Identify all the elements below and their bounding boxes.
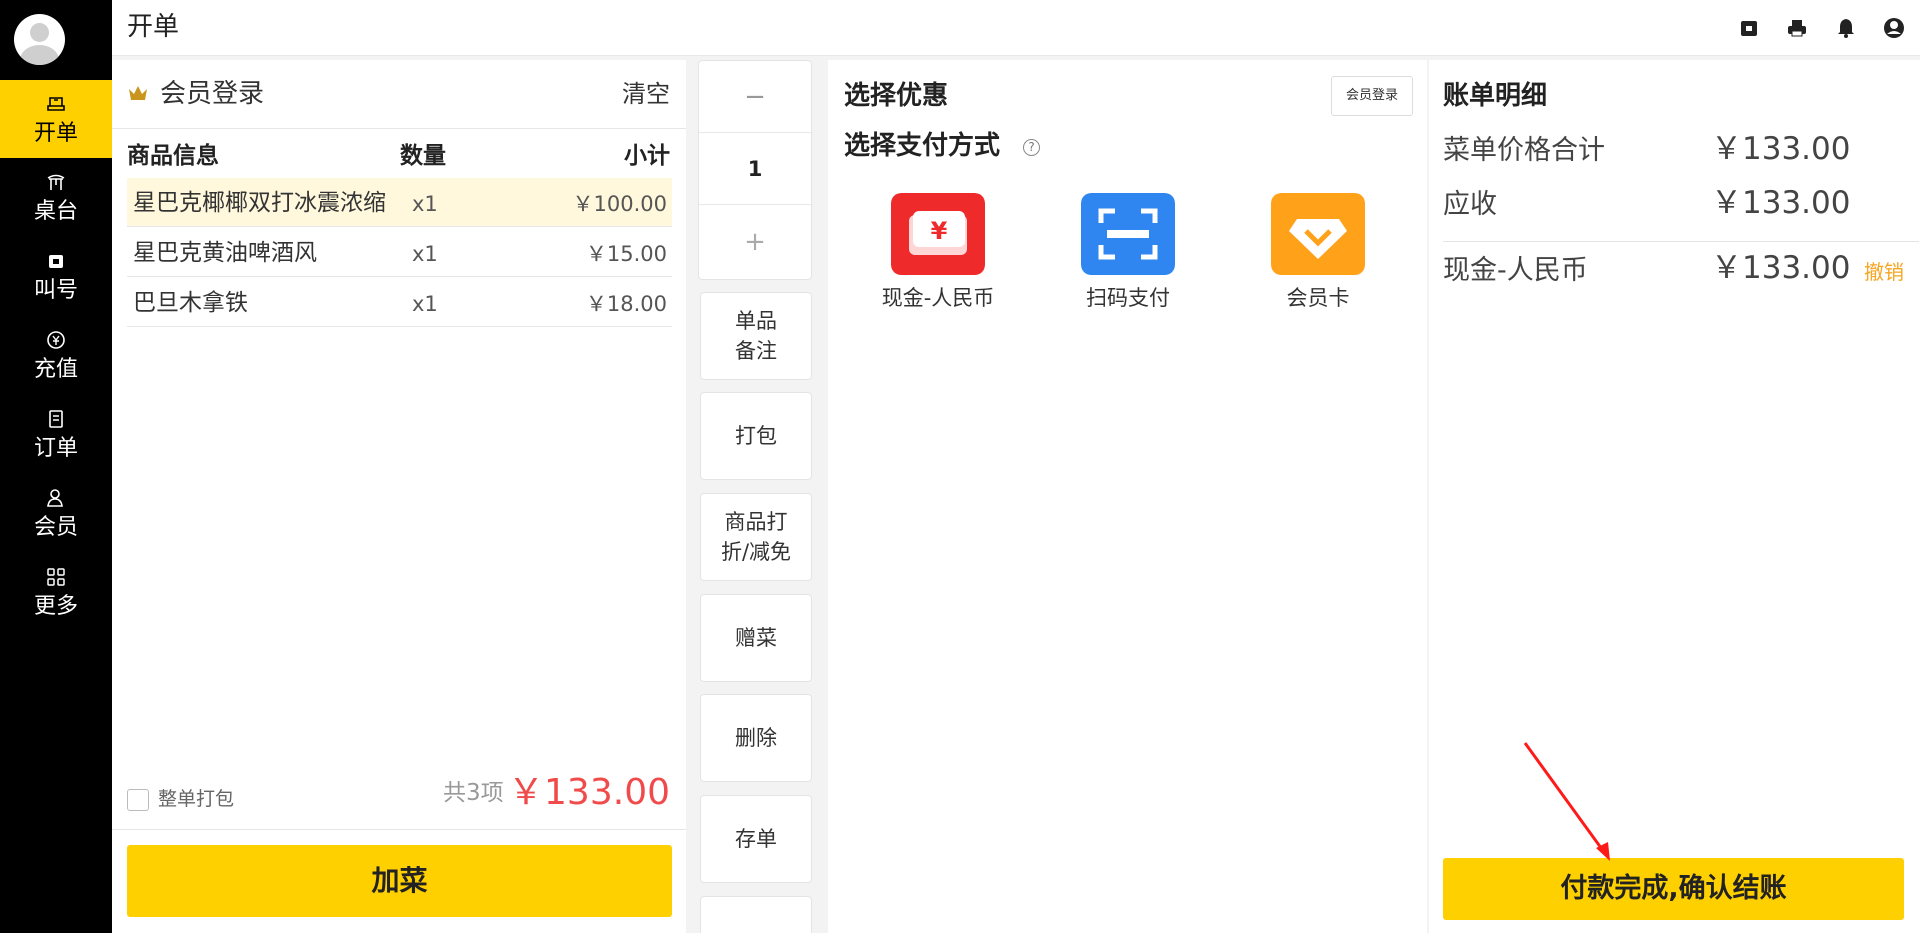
column-header-info: 商品信息 xyxy=(127,143,219,169)
cash-payment-value: ￥133.00 xyxy=(1711,250,1851,286)
discount-section-title: 选择优惠 xyxy=(844,81,949,111)
sidebar-item-label: 更多 xyxy=(33,594,78,619)
cashier-icon xyxy=(47,97,65,111)
sidebar-item-tables[interactable]: 桌台 xyxy=(0,158,112,236)
item-qty: x1 xyxy=(412,242,438,266)
cash-icon: ¥ xyxy=(891,193,985,275)
item-price: ￥100.00 xyxy=(572,192,667,216)
menu-total-value: ￥133.00 xyxy=(1711,131,1851,167)
bill-panel: 账单明细 菜单价格合计 ￥133.00 应收 ￥133.00 现金-人民币 ￥1… xyxy=(1429,60,1920,933)
sidebar-item-call-number[interactable]: 叫号 xyxy=(0,237,112,315)
sidebar-item-recharge[interactable]: 充值 xyxy=(0,316,112,394)
item-note-button[interactable]: 单品 备注 xyxy=(700,292,812,380)
item-name: 巴旦木拿铁 xyxy=(133,290,248,316)
column-header-subtotal: 小计 xyxy=(624,143,670,169)
divider xyxy=(112,128,686,129)
sidebar-item-label: 开单 xyxy=(33,121,78,146)
pay-method-label: 扫码支付 xyxy=(1086,286,1170,310)
order-item-row[interactable]: 星巴克黄油啤酒风 x1 ￥15.00 xyxy=(127,228,672,277)
sidebar-item-open-order[interactable]: 开单 xyxy=(0,80,112,158)
cash-payment-label: 现金-人民币 xyxy=(1443,255,1588,286)
printer-icon[interactable] xyxy=(1786,17,1808,39)
cancel-payment-link[interactable]: 撤销 xyxy=(1864,257,1904,287)
bell-icon[interactable] xyxy=(1835,17,1857,39)
help-icon[interactable]: ? xyxy=(1023,139,1040,156)
item-count: 共3项 xyxy=(443,780,504,806)
pay-method-label: 会员卡 xyxy=(1286,286,1350,310)
member-icon xyxy=(47,489,63,507)
svg-text:¥: ¥ xyxy=(931,217,948,245)
pay-method-scan[interactable]: 扫码支付 xyxy=(1048,193,1208,323)
order-item-row[interactable]: 星巴克椰椰双打冰震浓缩 x1 ￥100.00 xyxy=(127,178,672,227)
order-panel: 会员登录 清空 商品信息 数量 小计 星巴克椰椰双打冰震浓缩 x1 ￥100.0… xyxy=(112,60,686,933)
menu-total-label: 菜单价格合计 xyxy=(1443,135,1605,166)
member-card-icon xyxy=(1271,193,1365,275)
item-discount-button[interactable]: 商品打 折/减免 xyxy=(700,493,812,581)
column-header-qty: 数量 xyxy=(400,143,446,169)
sidebar-item-label: 订单 xyxy=(33,436,78,461)
more-icon xyxy=(47,568,65,586)
order-item-row[interactable]: 巴旦木拿铁 x1 ￥18.00 xyxy=(127,278,672,327)
more-actions-button[interactable] xyxy=(700,896,812,933)
cash-drawer-icon[interactable] xyxy=(1738,17,1760,39)
payment-method-title: 选择支付方式 xyxy=(844,131,1001,161)
annotation-arrow xyxy=(1523,742,1610,861)
decrease-qty-button[interactable]: − xyxy=(699,61,811,133)
sidebar-item-members[interactable]: 会员 xyxy=(0,474,112,552)
pay-method-cash[interactable]: ¥ 现金-人民币 xyxy=(858,193,1018,323)
call-number-icon xyxy=(49,255,63,268)
table-icon xyxy=(47,174,65,190)
sidebar-item-more[interactable]: 更多 xyxy=(0,553,112,631)
save-order-button[interactable]: 存单 xyxy=(700,795,812,883)
bill-title: 账单明细 xyxy=(1443,81,1548,111)
item-name: 星巴克黄油啤酒风 xyxy=(133,240,317,266)
pack-button[interactable]: 打包 xyxy=(700,392,812,480)
sidebar-item-label: 充值 xyxy=(33,357,78,382)
payment-panel: 选择优惠 会员登录 选择支付方式 ? ¥ 现金-人民币 扫码支付 会员卡 xyxy=(828,60,1427,933)
gift-dish-button[interactable]: 赠菜 xyxy=(700,594,812,682)
quantity-stepper: − 1 + xyxy=(698,60,812,280)
orders-icon xyxy=(49,410,63,428)
scan-pay-icon xyxy=(1081,193,1175,275)
pay-method-label: 现金-人民币 xyxy=(881,286,995,310)
sidebar-item-label: 桌台 xyxy=(33,199,78,224)
recharge-icon xyxy=(47,331,65,349)
divider xyxy=(112,829,686,830)
page-title: 开单 xyxy=(127,12,180,42)
clear-button[interactable]: 清空 xyxy=(622,78,670,110)
sidebar-item-label: 叫号 xyxy=(33,278,78,303)
confirm-checkout-button[interactable]: 付款完成,确认结账 xyxy=(1443,858,1904,920)
sidebar: 开单 桌台 叫号 充值 订单 会员 更多 xyxy=(0,0,112,933)
item-price: ￥18.00 xyxy=(585,292,667,316)
crown-icon xyxy=(129,86,147,100)
whole-pack-checkbox[interactable] xyxy=(127,789,149,811)
order-total: ￥133.00 xyxy=(508,772,670,813)
quantity-value: 1 xyxy=(699,133,811,205)
item-qty: x1 xyxy=(412,192,438,216)
item-name: 星巴克椰椰双打冰震浓缩 xyxy=(133,190,386,216)
increase-qty-button[interactable]: + xyxy=(699,205,811,279)
whole-pack-label: 整单打包 xyxy=(158,788,235,810)
sidebar-item-label: 会员 xyxy=(33,515,78,540)
delete-button[interactable]: 删除 xyxy=(700,694,812,782)
add-dish-button[interactable]: 加菜 xyxy=(127,845,672,917)
member-login-button[interactable]: 会员登录 xyxy=(1331,76,1413,116)
receivable-label: 应收 xyxy=(1443,189,1497,220)
receivable-value: ￥133.00 xyxy=(1711,185,1851,221)
item-price: ￥15.00 xyxy=(585,242,667,266)
member-login-link[interactable]: 会员登录 xyxy=(160,78,264,110)
divider xyxy=(1443,241,1919,242)
pay-method-member-card[interactable]: 会员卡 xyxy=(1238,193,1398,323)
item-qty: x1 xyxy=(412,292,438,316)
user-account-icon[interactable] xyxy=(1883,17,1905,39)
avatar[interactable] xyxy=(14,14,65,65)
top-bar: 开单 xyxy=(112,0,1920,56)
sidebar-item-orders[interactable]: 订单 xyxy=(0,395,112,473)
